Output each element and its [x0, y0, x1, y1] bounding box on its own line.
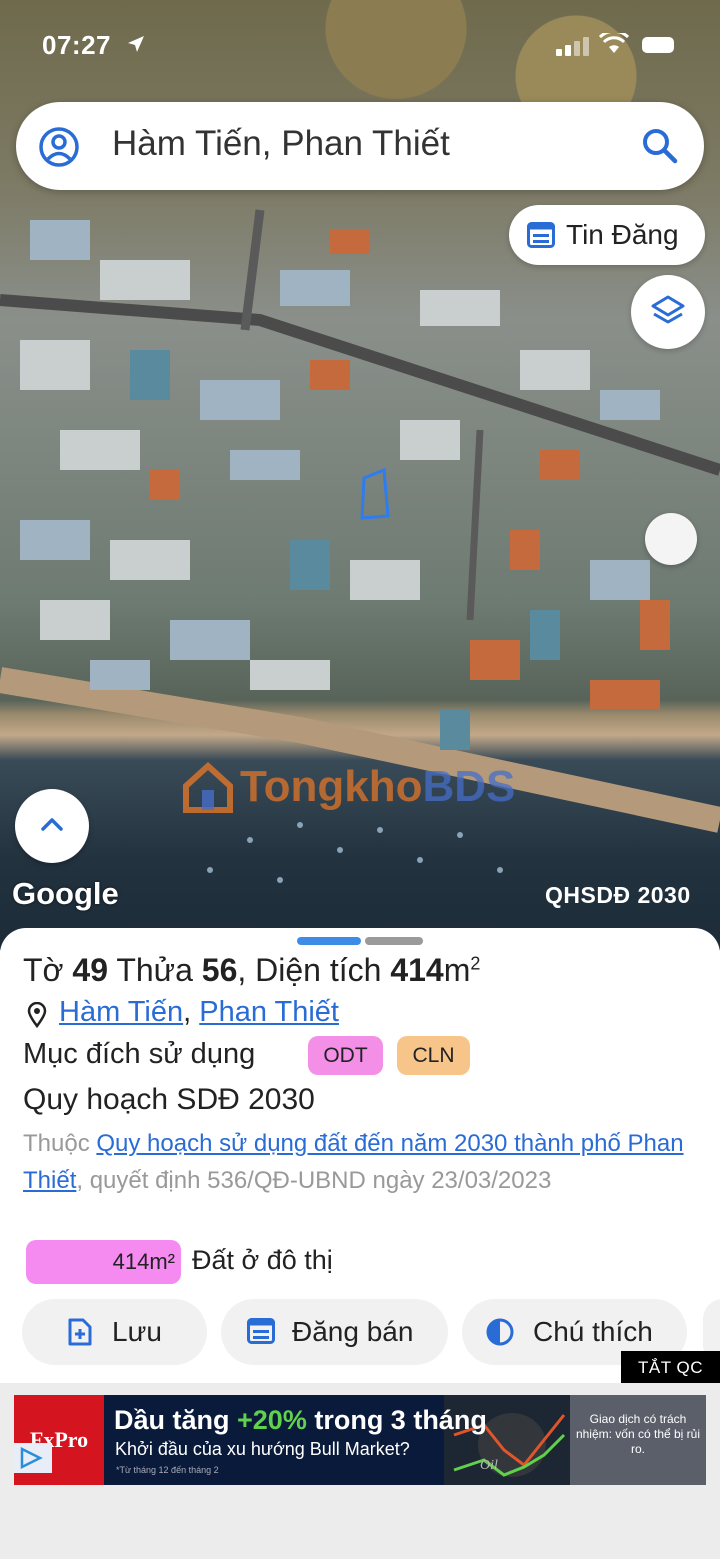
- location-arrow-icon: [128, 36, 144, 52]
- google-logo: Google: [12, 876, 119, 911]
- land-use-badge-cln[interactable]: CLN: [397, 1036, 470, 1075]
- map-layers-button[interactable]: [631, 275, 705, 349]
- contrast-icon: [486, 1318, 514, 1346]
- ad-disclaimer: Giao dịch có trách nhiệm: vốn có thể bị …: [570, 1395, 706, 1485]
- add-file-icon: [68, 1318, 92, 1346]
- house-logo-icon: [183, 761, 233, 813]
- battery-icon: [642, 37, 674, 53]
- parcel-number: 56: [201, 952, 238, 988]
- parcel-area: 414: [390, 952, 444, 988]
- action-buttons: Lưu Đăng bán Chú thích: [0, 1299, 720, 1367]
- status-time: 07:27: [42, 30, 111, 60]
- land-use-area-bar: 414m²: [26, 1240, 181, 1284]
- pager-dot-active[interactable]: [297, 937, 361, 945]
- ad-headline: Dầu tăng +20% trong 3 tháng: [114, 1405, 487, 1435]
- ad-banner[interactable]: FxPro Oil Dầu tăng +20% trong 3 tháng Kh…: [14, 1395, 706, 1485]
- status-bar: 07:27: [0, 0, 720, 92]
- post-for-sale-label: Đăng bán: [292, 1316, 414, 1347]
- ward-link[interactable]: Hàm Tiến: [59, 996, 183, 1028]
- listing-calendar-icon: [527, 222, 555, 248]
- plan-description: Thuộc Quy hoạch sử dụng đất đến năm 2030…: [23, 1130, 684, 1194]
- plan-title: Quy hoạch SDĐ 2030: [23, 1083, 315, 1116]
- ad-footnote: *Từ tháng 12 đến tháng 2: [116, 1465, 219, 1475]
- watermark: TongkhoBDS: [180, 752, 540, 822]
- watermark-text-primary: Tongkho: [240, 762, 423, 811]
- listings-button[interactable]: Tin Đăng: [509, 205, 705, 265]
- play-triangle-icon: [20, 1446, 43, 1470]
- sheet-number: 49: [72, 952, 109, 988]
- ad-area: FxPro Oil Dầu tăng +20% trong 3 tháng Kh…: [0, 1383, 720, 1559]
- land-use-area-value: 414m²: [112, 1249, 175, 1274]
- layers-icon: [651, 295, 685, 324]
- land-use-badge-odt[interactable]: ODT: [308, 1036, 383, 1075]
- parcel-title: Tờ 49 Thửa 56, Diện tích 414m2: [23, 952, 481, 988]
- ad-chart-word: Oil: [480, 1458, 498, 1473]
- expand-sheet-button[interactable]: [15, 789, 89, 863]
- ad-choices-icon[interactable]: [14, 1443, 52, 1473]
- calendar-icon: [247, 1318, 275, 1344]
- location-pin-icon: [27, 1002, 47, 1028]
- wifi-icon: [599, 33, 629, 53]
- city-link[interactable]: Phan Thiết: [199, 996, 339, 1028]
- parcel-info-sheet: Tờ 49 Thửa 56, Diện tích 414m2 Hàm Tiến,…: [0, 928, 720, 1383]
- watermark-text-secondary: BDS: [422, 762, 516, 811]
- map-drag-handle[interactable]: [645, 513, 697, 565]
- save-button[interactable]: Lưu: [22, 1299, 207, 1365]
- search-input[interactable]: Hàm Tiến, Phan Thiết: [112, 124, 450, 164]
- legend-button-label: Chú thích: [533, 1316, 653, 1347]
- map-layer-label: QHSDĐ 2030: [545, 882, 691, 908]
- search-icon[interactable]: [640, 126, 680, 166]
- post-for-sale-button[interactable]: Đăng bán: [221, 1299, 448, 1365]
- land-use-purpose-label: Mục đích sử dụng: [23, 1038, 256, 1070]
- save-button-label: Lưu: [112, 1316, 162, 1347]
- pager-dot[interactable]: [365, 937, 423, 945]
- land-use-area-label: Đất ở đô thị: [192, 1245, 333, 1275]
- ad-subline: Khởi đầu của xu hướng Bull Market?: [115, 1439, 410, 1459]
- satellite-map[interactable]: 07:27 Hàm Tiến, Phan Thiết Tin Đăng Tong…: [0, 0, 720, 950]
- search-bar[interactable]: Hàm Tiến, Phan Thiết: [16, 102, 704, 190]
- chevron-up-icon: [41, 818, 63, 831]
- close-ad-button[interactable]: TẮT QC: [621, 1351, 720, 1384]
- cellular-signal-icon: [556, 37, 589, 56]
- user-account-icon[interactable]: [38, 126, 80, 168]
- listings-button-label: Tin Đăng: [566, 219, 679, 250]
